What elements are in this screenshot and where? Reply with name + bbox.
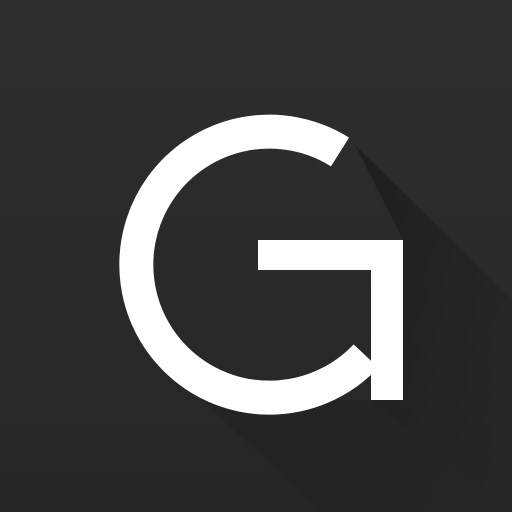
app-icon-canvas [0,0,512,512]
app-icon [0,0,512,512]
